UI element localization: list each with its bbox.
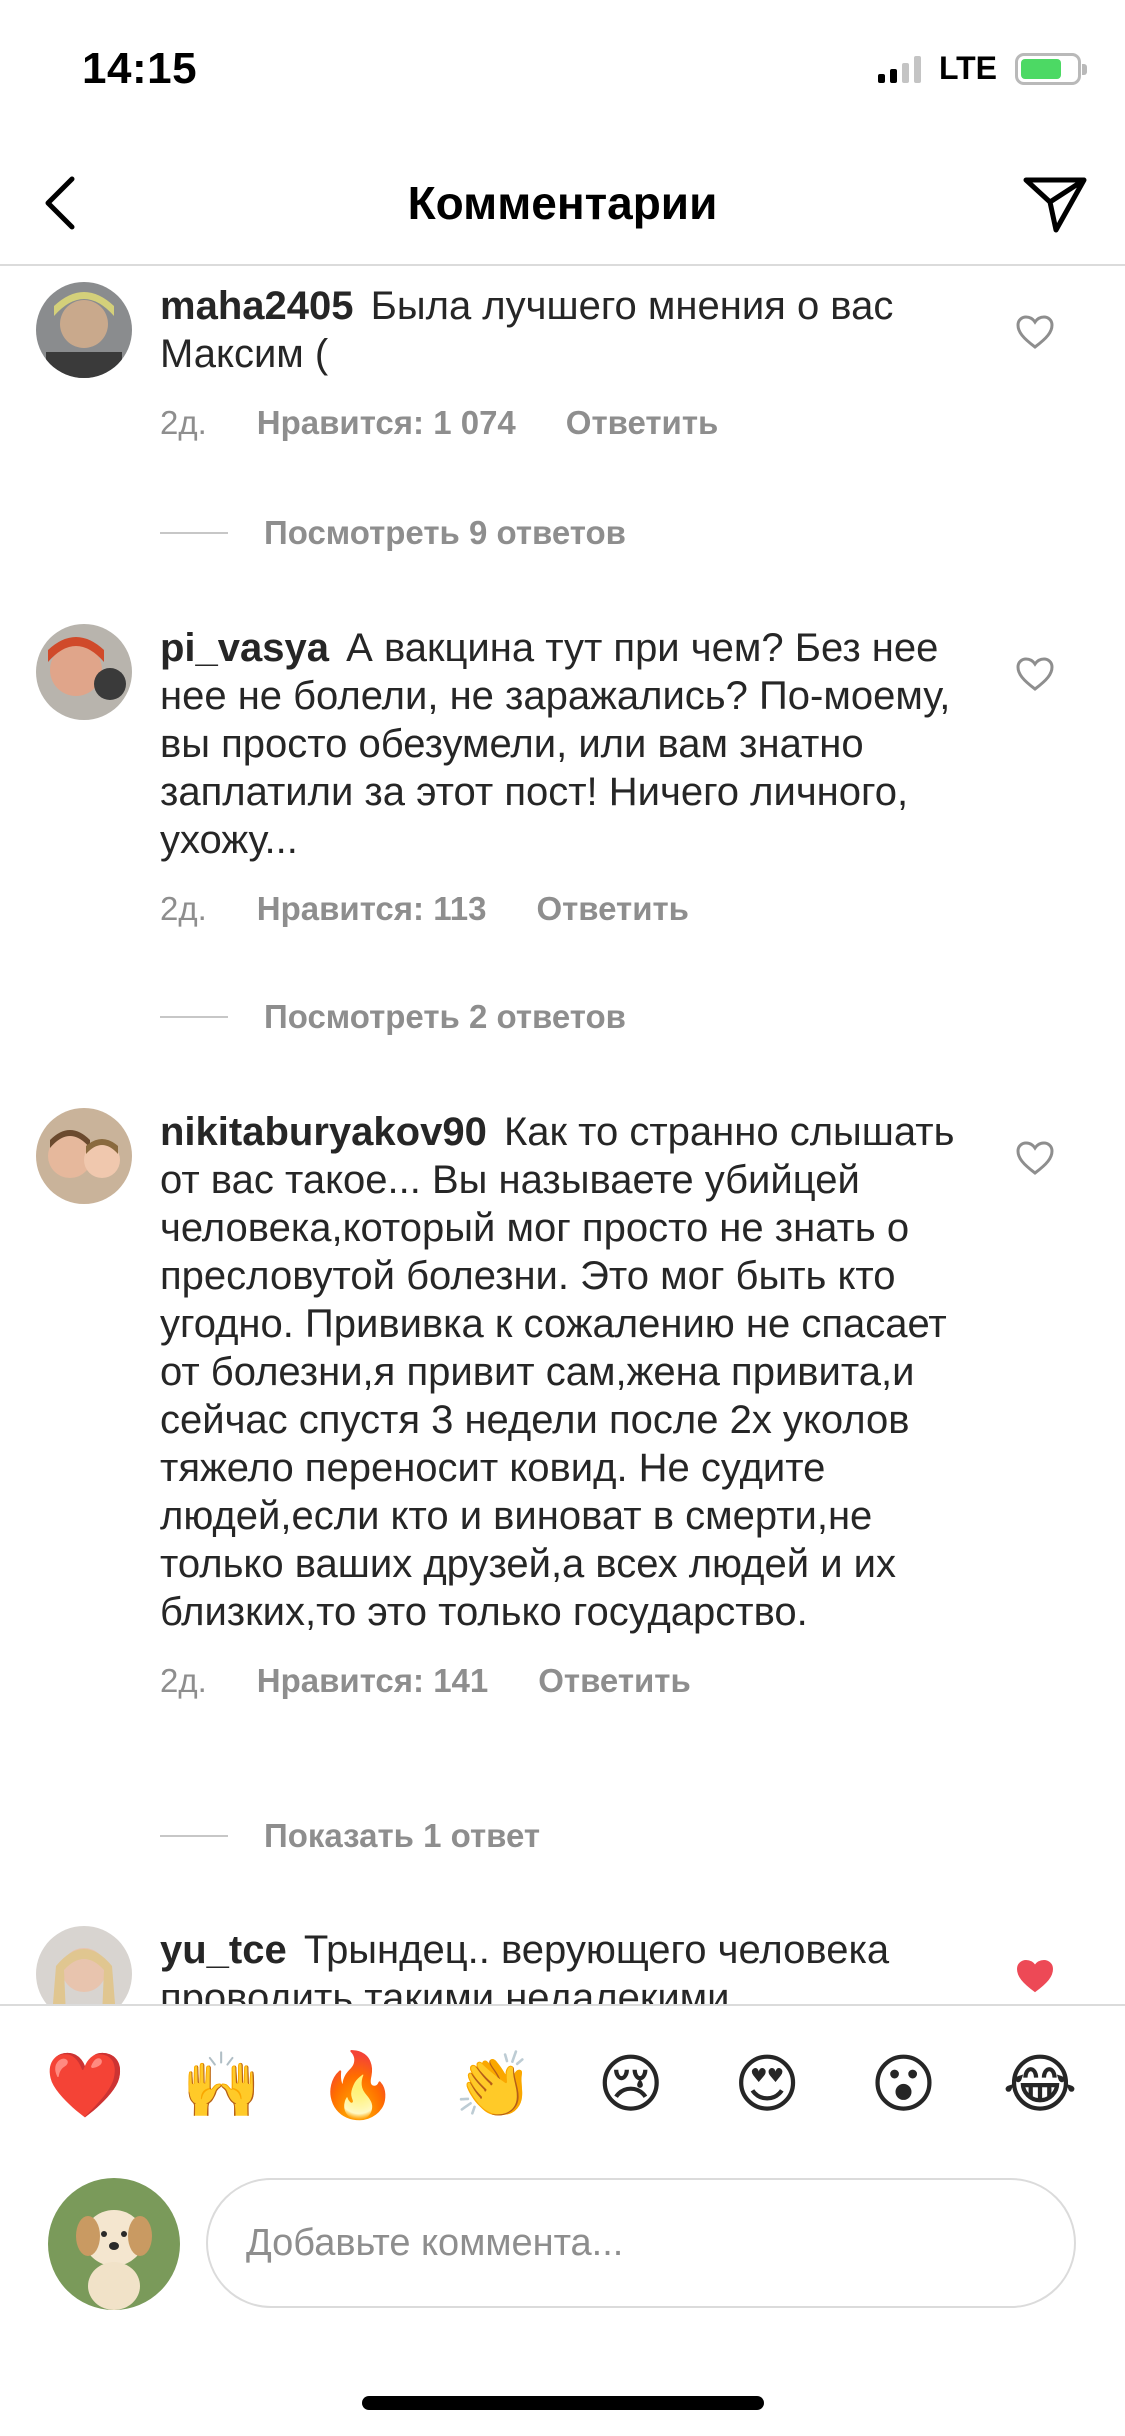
status-indicators: LTE bbox=[877, 50, 1087, 87]
avatar[interactable] bbox=[36, 1108, 132, 1204]
divider-line bbox=[160, 532, 228, 534]
avatar[interactable] bbox=[36, 1926, 132, 2004]
comment-text: pi_vasya А вакцина тут при чем? Без нее … bbox=[160, 626, 951, 862]
comment-username[interactable]: nikitaburyakov90 bbox=[160, 1110, 487, 1154]
reply-button[interactable]: Ответить bbox=[538, 1662, 691, 1700]
comment-username[interactable]: yu_tce bbox=[160, 1928, 287, 1972]
divider-line bbox=[160, 1016, 228, 1018]
like-button[interactable] bbox=[1005, 644, 1065, 704]
comment-meta: 2д. Нравится: 113 Ответить bbox=[160, 890, 960, 928]
reply-button[interactable]: Ответить bbox=[566, 404, 719, 442]
header: Комментарии bbox=[0, 140, 1125, 266]
emoji-bar: ❤️ 🙌 🔥 👏 😢 😍 😮 😂 bbox=[0, 2004, 1125, 2164]
heart-filled-icon bbox=[1016, 1959, 1054, 1993]
like-button[interactable] bbox=[1005, 1946, 1065, 2004]
comment-text: yu_tce Трындец.. верующего человека пров… bbox=[160, 1928, 890, 2004]
comments-list: maha2405 Была лучшего мнения о вас Макси… bbox=[0, 268, 1125, 2004]
emoji-surprised[interactable]: 😮 bbox=[859, 2040, 949, 2130]
avatar[interactable] bbox=[36, 624, 132, 720]
comment-likes[interactable]: Нравится: 113 bbox=[257, 890, 487, 928]
status-time: 14:15 bbox=[82, 44, 198, 93]
comment-time: 2д. bbox=[160, 1662, 207, 1699]
paper-plane-icon bbox=[1023, 177, 1087, 233]
divider-line bbox=[160, 1835, 228, 1837]
heart-outline-icon bbox=[1016, 1141, 1054, 1175]
comment-time: 2д. bbox=[160, 890, 207, 927]
comment-username[interactable]: pi_vasya bbox=[160, 626, 329, 670]
network-label: LTE bbox=[938, 50, 997, 86]
emoji-heart-eyes[interactable]: 😍 bbox=[722, 2040, 812, 2130]
battery-icon bbox=[1015, 52, 1087, 85]
comment-input[interactable] bbox=[206, 2178, 1076, 2308]
emoji-heart[interactable]: ❤️ bbox=[40, 2040, 130, 2130]
comment-likes[interactable]: Нравится: 141 bbox=[257, 1662, 488, 1700]
signal-icon bbox=[877, 55, 921, 83]
like-button[interactable] bbox=[1005, 302, 1065, 362]
emoji-fire[interactable]: 🔥 bbox=[313, 2040, 403, 2130]
comment-text: nikitaburyakov90 Как то странно слышать … bbox=[160, 1110, 955, 1634]
my-avatar[interactable] bbox=[48, 2178, 180, 2310]
emoji-crying[interactable]: 😢 bbox=[586, 2040, 676, 2130]
heart-outline-icon bbox=[1016, 315, 1054, 349]
comment-input-row bbox=[0, 2164, 1125, 2334]
reply-button[interactable]: Ответить bbox=[536, 890, 689, 928]
view-replies-button[interactable]: Посмотреть 2 ответов bbox=[160, 998, 626, 1036]
emoji-raised-hands[interactable]: 🙌 bbox=[176, 2040, 266, 2130]
heart-outline-icon bbox=[1016, 657, 1054, 691]
status-bar: 14:15 LTE bbox=[0, 0, 1125, 140]
like-button[interactable] bbox=[1005, 1128, 1065, 1188]
comment-likes[interactable]: Нравится: 1 074 bbox=[257, 404, 516, 442]
comment-username[interactable]: maha2405 bbox=[160, 284, 353, 328]
emoji-laughing[interactable]: 😂 bbox=[995, 2040, 1085, 2130]
comment-text: maha2405 Была лучшего мнения о вас Макси… bbox=[160, 284, 894, 376]
share-button[interactable] bbox=[1015, 164, 1095, 244]
home-indicator[interactable] bbox=[362, 2396, 764, 2410]
page-title: Комментарии bbox=[407, 177, 718, 229]
comment-meta: 2д. Нравится: 1 074 Ответить bbox=[160, 404, 960, 442]
view-replies-button[interactable]: Посмотреть 9 ответов bbox=[160, 514, 626, 552]
view-replies-button[interactable]: Показать 1 ответ bbox=[160, 1817, 540, 1855]
avatar[interactable] bbox=[36, 282, 132, 378]
comment-time: 2д. bbox=[160, 404, 207, 441]
comment-meta: 2д. Нравится: 141 Ответить bbox=[160, 1662, 960, 1700]
emoji-clapping[interactable]: 👏 bbox=[449, 2040, 539, 2130]
